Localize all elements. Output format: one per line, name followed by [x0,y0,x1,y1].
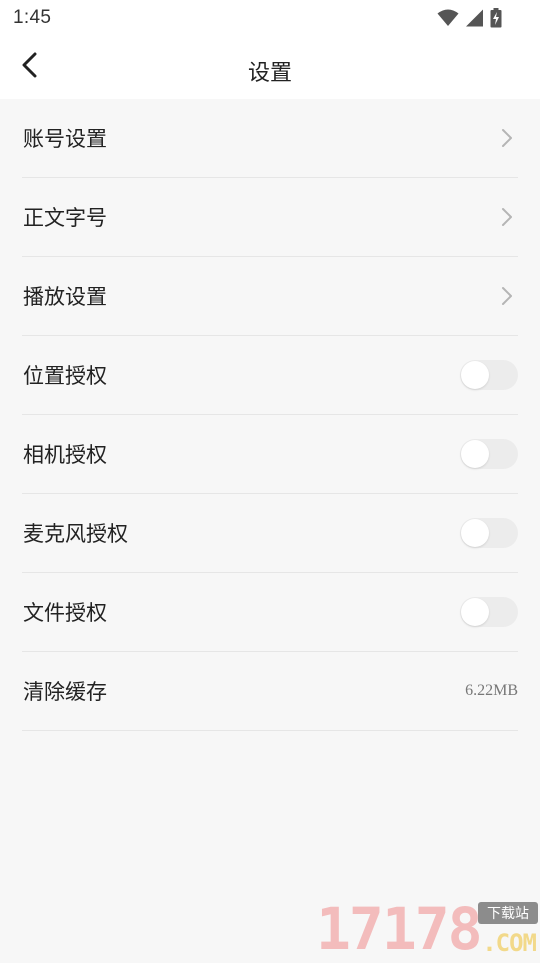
toggle-knob [461,361,489,389]
watermark-digits: 17178 [316,895,483,963]
status-time: 1:45 [13,7,52,28]
watermark-logo: 17178 下载站 .COM [316,898,540,960]
settings-item-label: 播放设置 [23,286,107,309]
settings-item-location-permission: 位置授权 [22,336,518,415]
file-permission-toggle[interactable] [460,597,518,627]
toggle-knob [461,440,489,468]
watermark-badge: 下载站 [478,902,538,924]
cache-size-value: 6.22MB [465,682,518,699]
microphone-permission-toggle[interactable] [460,518,518,548]
page-title: 设置 [247,60,292,85]
settings-list: 账号设置 正文字号 播放设置 位置授权 相机授权 麦克风授权 文件授权 清除缓存… [22,99,518,731]
settings-item-label: 相机授权 [23,444,107,467]
settings-item-clear-cache[interactable]: 清除缓存 6.22MB [22,652,518,731]
chevron-right-icon [498,285,516,307]
settings-item-font-size[interactable]: 正文字号 [22,178,518,257]
settings-item-label: 清除缓存 [23,681,107,704]
settings-item-label: 正文字号 [23,207,107,230]
wifi-icon [437,9,459,27]
status-bar: 1:45 [0,0,540,36]
settings-item-label: 文件授权 [23,602,107,625]
settings-item-account[interactable]: 账号设置 [22,99,518,178]
settings-item-file-permission: 文件授权 [22,573,518,652]
location-permission-toggle[interactable] [460,360,518,390]
settings-item-label: 麦克风授权 [23,523,128,546]
settings-item-microphone-permission: 麦克风授权 [22,494,518,573]
status-icons [437,8,502,28]
settings-item-label: 位置授权 [23,365,107,388]
toggle-knob [461,598,489,626]
settings-item-label: 账号设置 [23,128,107,151]
settings-item-playback[interactable]: 播放设置 [22,257,518,336]
battery-charging-icon [490,8,502,28]
toggle-knob [461,519,489,547]
chevron-right-icon [498,206,516,228]
header: 设置 [0,36,540,99]
camera-permission-toggle[interactable] [460,439,518,469]
settings-item-camera-permission: 相机授权 [22,415,518,494]
chevron-right-icon [498,127,516,149]
cellular-signal-icon [465,9,484,27]
watermark-domain: .COM [482,929,537,957]
